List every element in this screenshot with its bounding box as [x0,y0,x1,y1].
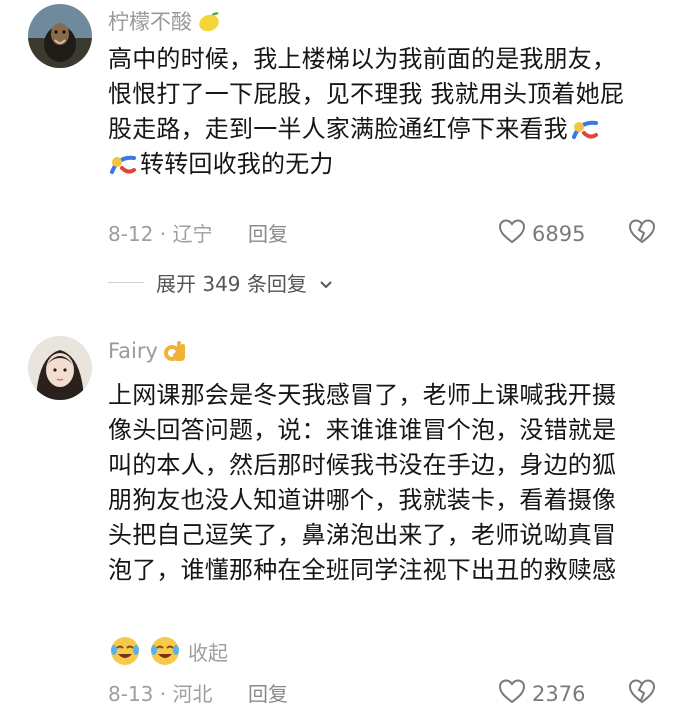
collapse-button[interactable]: 收起 [188,637,228,666]
date-location: 8-13 · 河北 [108,682,213,706]
like-button[interactable]: 6895 [498,218,585,249]
comment-line: 叫的本人，然后那时候我书没在手边，身边的狐 [108,451,617,479]
comment-meta: 8-12 · 辽宁 回复 6895 [108,218,668,248]
reply-button[interactable]: 回复 [248,678,288,707]
reply-button[interactable]: 回复 [248,218,288,247]
chevron-down-icon [319,271,333,295]
broken-heart-icon [628,219,656,249]
comment-meta: 8-13 · 河北 回复 2376 [108,678,668,708]
comment-text: 高中的时候，我上楼梯以为我前面的是我朋友， 恨恨打了一下屁股，见不理我 我就用头… [108,42,668,182]
date-location: 8-12 · 辽宁 [108,222,213,246]
comment-line: 上网课那会是冬天我感冒了，老师上课喊我开摄 [108,381,617,409]
comment-line: 头把自己逗笑了，鼻涕泡出来了，老师说呦真冒 [108,521,617,549]
dislike-button[interactable] [628,218,656,249]
collapse-row: 收起 [108,634,228,668]
ok-hand-icon [162,338,188,364]
comment-line: 泡了，谁懂那种在全班同学注视下出丑的救赎感 [108,556,617,584]
divider [108,282,144,283]
comment-line: 转转回收我的无力 [140,150,334,178]
like-count: 6895 [532,221,586,246]
comment-text: 上网课那会是冬天我感冒了，老师上课喊我开摄 像头回答问题，说：来谁谁谁冒个泡，没… [108,378,668,588]
username[interactable]: 柠檬不酸 [108,6,222,36]
comment-line: 高中的时候，我上楼梯以为我前面的是我朋友， [108,45,617,73]
comment-line: 恨恨打了一下屁股，见不理我 我就用头顶着她屁 [108,80,625,108]
heart-icon [498,218,526,249]
username[interactable]: Fairy [108,338,188,364]
spin-emoji-icon [570,115,600,145]
spin-emoji-icon [108,150,138,180]
comment-line-with-emoji: 转转回收我的无力 [108,147,668,182]
laugh-cry-emoji-icon [108,634,142,668]
laugh-cry-emoji-icon [148,634,182,668]
heart-icon [498,678,526,709]
like-button[interactable]: 2376 [498,678,585,709]
broken-heart-icon [628,679,656,709]
avatar[interactable] [28,336,92,400]
username-text: 柠檬不酸 [108,10,192,34]
username-text: Fairy [108,339,158,363]
expand-replies-label: 展开 349 条回复 [156,272,307,296]
comment-line: 朋狗友也没人知道讲哪个，我就装卡，看着摄像 [108,486,617,514]
like-count: 2376 [532,681,586,706]
comment-line: 像头回答问题，说：来谁谁谁冒个泡，没错就是 [108,416,617,444]
expand-replies-button[interactable]: 展开 349 条回复 [108,268,333,297]
lemon-icon [196,8,222,34]
comment-line-with-emoji: 股走路，走到一半人家满脸通红停下来看我 [108,112,668,147]
avatar[interactable] [28,4,92,68]
dislike-button[interactable] [628,678,656,709]
comment-line: 股走路，走到一半人家满脸通红停下来看我 [108,115,568,143]
